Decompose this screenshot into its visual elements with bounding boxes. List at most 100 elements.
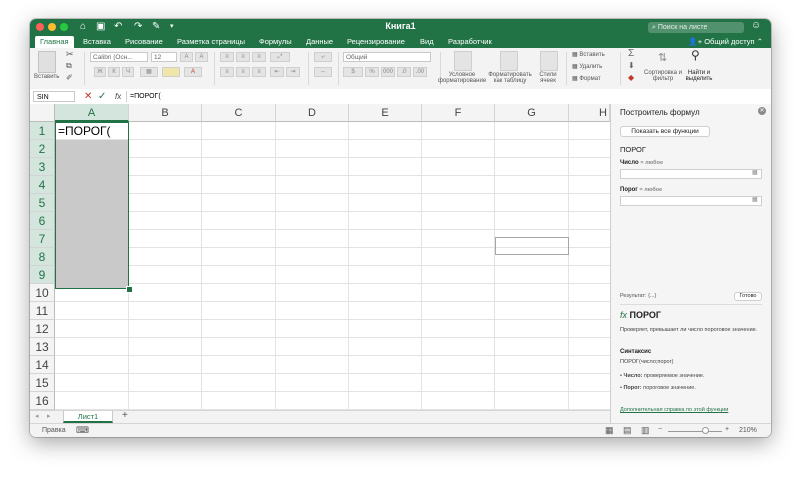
zoom-slider-thumb[interactable] (702, 427, 709, 434)
cut-icon[interactable]: ✂ (66, 49, 74, 60)
page-layout-view-icon[interactable]: ▤ (623, 425, 632, 436)
search-input[interactable]: ⌕ Поиск на листе (648, 22, 744, 33)
tab-insert[interactable]: Вставка (83, 36, 111, 47)
tab-page-layout[interactable]: Разметка страницы (177, 36, 245, 47)
align-bottom-button[interactable]: ≡ (252, 52, 266, 62)
merge-button[interactable]: ⇔ (314, 67, 332, 77)
row-header-13[interactable]: 13 (30, 338, 55, 356)
tab-data[interactable]: Данные (306, 36, 333, 47)
align-right-button[interactable]: ≡ (252, 67, 266, 77)
select-all-corner[interactable] (30, 104, 55, 122)
argument-2-input[interactable] (620, 196, 762, 206)
align-middle-button[interactable]: ≡ (236, 52, 250, 62)
increase-decimal-button[interactable]: .0 (397, 67, 411, 77)
paste-button[interactable]: Вставить (34, 74, 59, 80)
row-header-14[interactable]: 14 (30, 356, 55, 374)
format-table-button[interactable]: Форматировать как таблицу (487, 72, 533, 84)
argument-1-input[interactable] (620, 169, 762, 179)
show-all-functions-button[interactable]: Показать все функции (620, 126, 710, 137)
tab-draw[interactable]: Рисование (125, 36, 163, 47)
fill-icon[interactable]: ⬇ (628, 61, 635, 70)
insert-cells-button[interactable]: ▦ Вставить (572, 51, 605, 58)
format-cells-button[interactable]: ▦ Формат (572, 75, 601, 82)
enter-icon[interactable]: ✓ (98, 91, 106, 102)
row-header-10[interactable]: 10 (30, 284, 55, 302)
number-format-select[interactable]: Общий (343, 52, 431, 62)
delete-cells-button[interactable]: ▦ Удалить (572, 63, 602, 70)
column-header-a[interactable]: A (55, 104, 129, 122)
row-header-9[interactable]: 9 (30, 266, 55, 284)
borders-button[interactable]: ▦ (140, 67, 158, 77)
font-size-select[interactable]: 12 (151, 52, 177, 62)
cell-a1[interactable]: =ПОРОГ( (58, 123, 111, 139)
row-header-11[interactable]: 11 (30, 302, 55, 320)
row-header-4[interactable]: 4 (30, 176, 55, 194)
bold-button[interactable]: Ж (94, 67, 106, 77)
increase-indent-button[interactable]: ⇥ (286, 67, 300, 77)
column-header-d[interactable]: D (276, 104, 349, 122)
next-sheet-icon[interactable]: ▸ (47, 412, 51, 420)
column-header-b[interactable]: B (129, 104, 202, 122)
zoom-out-button[interactable]: − (658, 426, 662, 433)
cell-styles-icon[interactable] (540, 51, 558, 71)
row-header-6[interactable]: 6 (30, 212, 55, 230)
name-box[interactable]: SIN (33, 91, 75, 102)
font-color-button[interactable]: A (184, 67, 202, 77)
done-button[interactable]: Готово (734, 292, 762, 301)
percent-button[interactable]: % (365, 67, 379, 77)
prev-sheet-icon[interactable]: ◂ (35, 412, 39, 420)
sheet-tab-1[interactable]: Лист1 (63, 411, 113, 423)
formula-input[interactable]: =ПОРОГ( (130, 91, 161, 102)
conditional-format-button[interactable]: Условное форматирование (438, 72, 486, 84)
page-break-view-icon[interactable]: ▥ (641, 425, 650, 436)
column-header-e[interactable]: E (349, 104, 422, 122)
sort-filter-button[interactable]: Сортировка и фильтр (644, 70, 682, 82)
insert-function-icon[interactable]: fx (115, 91, 121, 102)
row-header-1[interactable]: 1 (30, 122, 55, 140)
comma-button[interactable]: 000 (381, 67, 395, 77)
zoom-in-button[interactable]: + (725, 426, 729, 433)
currency-button[interactable]: $ (343, 67, 363, 77)
clear-icon[interactable]: ◆ (628, 73, 634, 82)
align-left-button[interactable]: ≡ (220, 67, 234, 77)
format-painter-icon[interactable]: ✐ (66, 73, 73, 82)
share-button[interactable]: 👤+ Общий доступ ⌃ (688, 36, 763, 47)
row-header-8[interactable]: 8 (30, 248, 55, 266)
column-header-h[interactable]: H (569, 104, 610, 122)
italic-button[interactable]: К (108, 67, 120, 77)
fill-color-button[interactable] (162, 67, 180, 77)
row-header-2[interactable]: 2 (30, 140, 55, 158)
row-header-7[interactable]: 7 (30, 230, 55, 248)
orientation-button[interactable]: ⤢ (270, 52, 290, 62)
collapse-ribbon-icon[interactable]: ⌃ (757, 37, 763, 46)
column-header-g[interactable]: G (495, 104, 569, 122)
tab-view[interactable]: Вид (420, 36, 434, 47)
autosum-icon[interactable]: Σ (628, 48, 634, 59)
column-header-f[interactable]: F (422, 104, 495, 122)
column-header-c[interactable]: C (202, 104, 276, 122)
argument-2-range-icon[interactable]: ▦ (752, 196, 758, 203)
tab-home[interactable]: Главная (35, 36, 74, 48)
decrease-indent-button[interactable]: ⇤ (270, 67, 284, 77)
paste-icon[interactable] (38, 51, 56, 73)
zoom-slider[interactable] (668, 431, 722, 432)
more-help-link[interactable]: Дополнительная справка по этой функции (620, 407, 728, 413)
user-icon[interactable]: ☺ (751, 20, 763, 33)
decrease-decimal-button[interactable]: .00 (413, 67, 427, 77)
format-table-icon[interactable] (500, 51, 518, 71)
macro-record-icon[interactable]: ⌨ (76, 425, 89, 436)
increase-font-button[interactable]: A (180, 52, 193, 62)
close-pane-icon[interactable]: ✕ (758, 107, 766, 115)
row-header-12[interactable]: 12 (30, 320, 55, 338)
cell-g8-outline[interactable] (495, 237, 569, 255)
wrap-text-button[interactable]: ⤶ (314, 52, 332, 62)
decrease-font-button[interactable]: A (195, 52, 208, 62)
cell-styles-button[interactable]: Стили ячеек (535, 72, 561, 84)
fill-handle[interactable] (126, 286, 133, 293)
tab-developer[interactable]: Разработчик (448, 36, 492, 47)
align-top-button[interactable]: ≡ (220, 52, 234, 62)
find-icon[interactable]: ⚲ (691, 48, 700, 62)
row-header-3[interactable]: 3 (30, 158, 55, 176)
font-name-select[interactable]: Calibri (Осн... (90, 52, 148, 62)
underline-button[interactable]: Ч (122, 67, 134, 77)
